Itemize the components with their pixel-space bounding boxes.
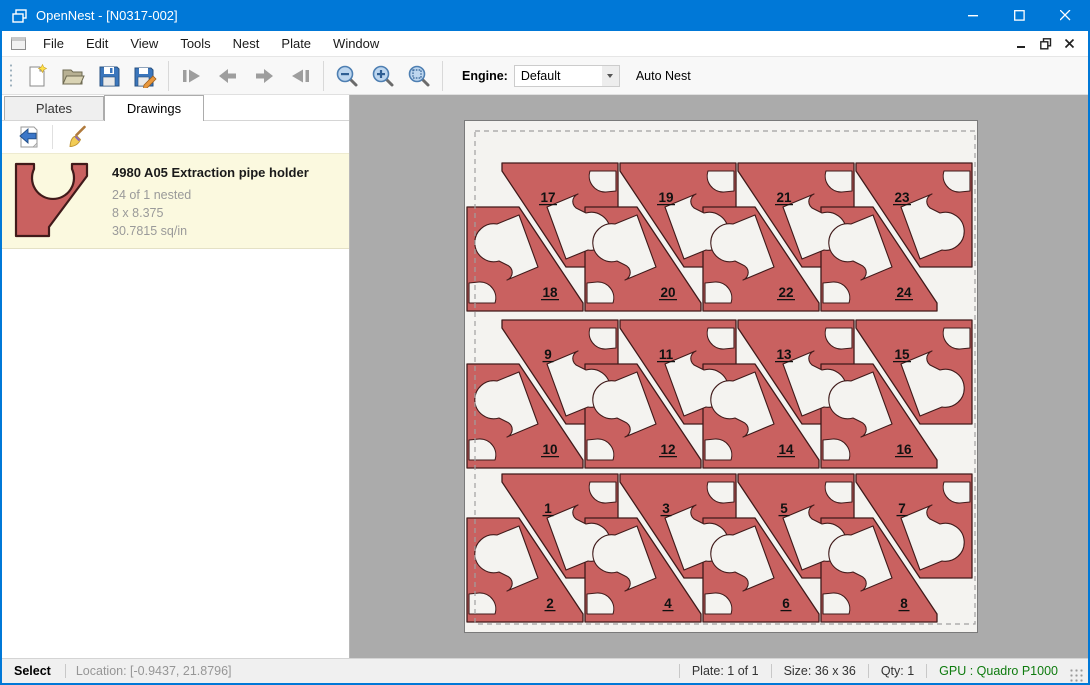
svg-text:8: 8 — [900, 596, 908, 611]
toolbar-grip[interactable] — [9, 63, 13, 89]
maximize-button[interactable] — [996, 0, 1042, 31]
svg-text:24: 24 — [896, 285, 912, 300]
svg-text:20: 20 — [660, 285, 675, 300]
mdi-close-button[interactable] — [1060, 35, 1080, 53]
part-thumbnail — [8, 161, 104, 241]
title-bar: OpenNest - [N0317-002] — [2, 0, 1088, 31]
engine-value: Default — [515, 69, 602, 83]
app-icon — [12, 9, 28, 23]
zoom-out-icon[interactable] — [329, 61, 365, 91]
svg-text:10: 10 — [542, 442, 557, 457]
clean-broom-icon[interactable] — [61, 123, 91, 151]
svg-text:7: 7 — [898, 501, 906, 516]
window-title: OpenNest - [N0317-002] — [36, 8, 950, 23]
import-drawing-icon[interactable] — [14, 123, 44, 151]
menu-plate[interactable]: Plate — [270, 33, 322, 54]
panel-tabs: Plates Drawings — [2, 95, 349, 121]
nested-parts — [467, 163, 972, 622]
auto-nest-button[interactable]: Auto Nest — [636, 69, 691, 83]
drawing-title: 4980 A05 Extraction pipe holder — [112, 165, 343, 180]
status-qty: Qty: 1 — [868, 664, 926, 678]
status-bar: Select Location: [-0.9437, 21.8796] Plat… — [2, 658, 1088, 683]
nav-last-icon[interactable] — [282, 61, 318, 91]
engine-label: Engine: — [462, 69, 508, 83]
menu-window[interactable]: Window — [322, 33, 390, 54]
open-icon[interactable] — [55, 61, 91, 91]
drawing-area: 30.7815 sq/in — [112, 222, 343, 240]
svg-text:16: 16 — [896, 442, 912, 457]
mdi-restore-button[interactable] — [1036, 35, 1056, 53]
menu-edit[interactable]: Edit — [75, 33, 119, 54]
svg-text:1: 1 — [544, 501, 552, 516]
tab-plates[interactable]: Plates — [4, 96, 104, 120]
resize-grip[interactable] — [1070, 669, 1084, 683]
toolbar-separator — [442, 61, 443, 91]
svg-text:17: 17 — [540, 190, 555, 205]
status-plate: Plate: 1 of 1 — [679, 664, 771, 678]
svg-text:5: 5 — [780, 501, 788, 516]
svg-text:18: 18 — [542, 285, 558, 300]
nest-canvas[interactable]: 171819202122232491011121314151612345678 — [350, 95, 1088, 658]
save-icon[interactable] — [91, 61, 127, 91]
menu-tools[interactable]: Tools — [169, 33, 221, 54]
svg-text:9: 9 — [544, 347, 552, 362]
svg-text:6: 6 — [782, 596, 790, 611]
nav-previous-icon[interactable] — [210, 61, 246, 91]
drawing-list-item[interactable]: 4980 A05 Extraction pipe holder 24 of 1 … — [2, 153, 349, 249]
side-panel: Plates Drawings — [2, 95, 350, 658]
chevron-down-icon[interactable] — [602, 66, 619, 86]
close-button[interactable] — [1042, 0, 1088, 31]
toolbar-separator — [323, 61, 324, 91]
zoom-in-icon[interactable] — [365, 61, 401, 91]
application-window: OpenNest - [N0317-002] File Edit View To… — [0, 0, 1090, 685]
drawing-nested-count: 24 of 1 nested — [112, 186, 343, 204]
mdi-child-icon[interactable] — [11, 37, 26, 50]
save-as-icon[interactable] — [127, 61, 163, 91]
new-icon[interactable] — [19, 61, 55, 91]
svg-text:19: 19 — [658, 190, 673, 205]
main-toolbar: Engine: Default Auto Nest — [2, 57, 1088, 95]
svg-text:12: 12 — [660, 442, 675, 457]
svg-text:13: 13 — [776, 347, 792, 362]
drawing-dimensions: 8 x 8.375 — [112, 204, 343, 222]
minimize-button[interactable] — [950, 0, 996, 31]
menu-bar: File Edit View Tools Nest Plate Window — [2, 31, 1088, 57]
nav-next-icon[interactable] — [246, 61, 282, 91]
nav-first-icon[interactable] — [174, 61, 210, 91]
menu-nest[interactable]: Nest — [222, 33, 271, 54]
svg-text:22: 22 — [778, 285, 793, 300]
status-gpu: GPU : Quadro P1000 — [926, 664, 1070, 678]
svg-text:23: 23 — [894, 190, 910, 205]
status-location: Location: [-0.9437, 21.8796] — [65, 664, 242, 678]
zoom-fit-icon[interactable] — [401, 61, 437, 91]
mdi-minimize-button[interactable] — [1012, 35, 1032, 53]
menu-file[interactable]: File — [32, 33, 75, 54]
plate-sheet[interactable]: 171819202122232491011121314151612345678 — [464, 120, 978, 633]
menu-view[interactable]: View — [119, 33, 169, 54]
svg-text:2: 2 — [546, 596, 554, 611]
toolbar-separator — [168, 61, 169, 91]
svg-text:14: 14 — [778, 442, 794, 457]
svg-text:11: 11 — [659, 347, 674, 362]
svg-text:15: 15 — [894, 347, 910, 362]
svg-text:3: 3 — [662, 501, 670, 516]
tab-drawings[interactable]: Drawings — [104, 95, 204, 121]
svg-text:21: 21 — [776, 190, 792, 205]
engine-select[interactable]: Default — [514, 65, 620, 87]
status-size: Size: 36 x 36 — [771, 664, 868, 678]
svg-text:4: 4 — [664, 596, 672, 611]
status-mode: Select — [2, 664, 65, 678]
toolbar-separator — [52, 125, 53, 149]
drawings-toolbar — [2, 121, 349, 152]
